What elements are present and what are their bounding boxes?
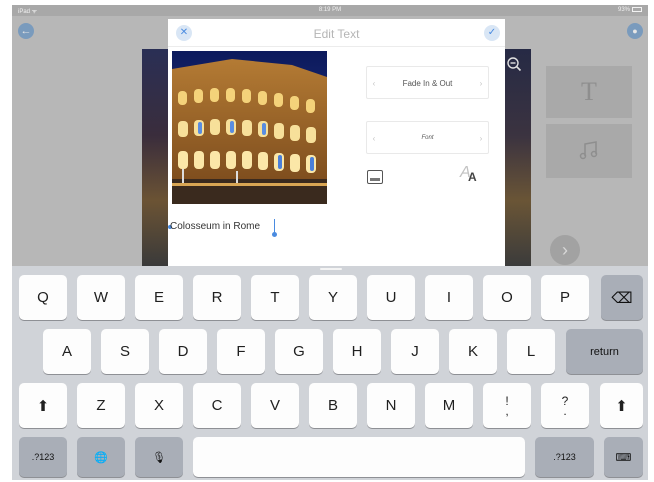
key-s[interactable]: S xyxy=(101,329,149,374)
on-screen-keyboard: Q W E R T Y U I O P ⌫ A S D F G H J K L … xyxy=(12,266,648,480)
battery-indicator: 93% xyxy=(618,7,642,13)
chevron-right-icon: › xyxy=(562,240,568,260)
zoom-out-icon[interactable] xyxy=(506,56,522,76)
preview-image-left-edge xyxy=(142,49,168,266)
text-input[interactable]: Colosseum in Rome xyxy=(170,221,260,232)
modal-title: Edit Text xyxy=(313,27,360,41)
status-bar: iPad ᯤ 8:19 PM 93% xyxy=(12,5,648,16)
music-note-icon xyxy=(579,141,598,160)
text-cursor xyxy=(274,219,275,233)
checkmark-icon: ✓ xyxy=(487,27,497,38)
shift-key-right[interactable]: ⬆ xyxy=(600,383,643,428)
battery-percent: 93% xyxy=(617,7,630,13)
colosseum-photo xyxy=(172,51,327,204)
text-style-icon-front: A xyxy=(468,170,477,184)
key-comma: , xyxy=(505,403,509,418)
return-key[interactable]: return xyxy=(566,329,643,374)
key-l[interactable]: L xyxy=(507,329,555,374)
key-g[interactable]: G xyxy=(275,329,323,374)
edit-text-modal: ✕ Edit Text ✓ Colosseum in Rome ‹ Fade I… xyxy=(168,19,505,266)
confirm-button[interactable]: ✓ xyxy=(484,25,500,41)
text-style-button[interactable]: A A xyxy=(460,164,484,186)
key-exclamation-comma[interactable]: ! , xyxy=(483,383,531,428)
key-p[interactable]: P xyxy=(541,275,589,320)
preview-image-right-edge xyxy=(504,49,531,266)
key-r[interactable]: R xyxy=(193,275,241,320)
key-k[interactable]: K xyxy=(449,329,497,374)
key-u[interactable]: U xyxy=(367,275,415,320)
font-value: Font xyxy=(421,135,434,141)
animation-selector[interactable]: ‹ Fade In & Out › xyxy=(366,66,489,99)
key-v[interactable]: V xyxy=(251,383,299,428)
key-i[interactable]: I xyxy=(425,275,473,320)
key-d[interactable]: D xyxy=(159,329,207,374)
chevron-left-icon[interactable]: ‹ xyxy=(367,122,381,155)
key-n[interactable]: N xyxy=(367,383,415,428)
chevron-right-icon[interactable]: › xyxy=(474,122,488,155)
delete-key[interactable]: ⌫ xyxy=(601,275,643,320)
chevron-right-icon[interactable]: › xyxy=(474,67,488,100)
numbers-key-right[interactable]: .?123 xyxy=(535,437,594,477)
key-question-period[interactable]: ? . xyxy=(541,383,589,428)
music-tool-button[interactable] xyxy=(546,124,632,178)
numbers-key-left[interactable]: .?123 xyxy=(19,437,67,477)
key-b[interactable]: B xyxy=(309,383,357,428)
shift-key-left[interactable]: ⬆ xyxy=(19,383,67,428)
text-tool-icon: T xyxy=(581,77,597,106)
animation-value: Fade In & Out xyxy=(402,79,453,88)
globe-icon[interactable]: 🌐 xyxy=(77,437,125,477)
next-button[interactable]: › xyxy=(550,235,580,265)
key-a[interactable]: A xyxy=(43,329,91,374)
ipad-screen: iPad ᯤ 8:19 PM 93% ← ● T › ✕ Edit Text ✓ xyxy=(12,5,648,480)
key-t[interactable]: T xyxy=(251,275,299,320)
key-w[interactable]: W xyxy=(77,275,125,320)
text-background-icon[interactable] xyxy=(367,170,383,184)
key-m[interactable]: M xyxy=(425,383,473,428)
font-selector[interactable]: ‹ Font › xyxy=(366,121,489,154)
key-q[interactable]: Q xyxy=(19,275,67,320)
key-x[interactable]: X xyxy=(135,383,183,428)
modal-header: ✕ Edit Text ✓ xyxy=(168,19,505,47)
settings-icon[interactable]: ● xyxy=(627,23,643,39)
key-z[interactable]: Z xyxy=(77,383,125,428)
chevron-left-icon[interactable]: ‹ xyxy=(367,67,381,100)
text-tool-button[interactable]: T xyxy=(546,66,632,118)
key-period: . xyxy=(563,403,567,418)
keyboard-handle xyxy=(320,268,342,270)
key-f[interactable]: F xyxy=(217,329,265,374)
key-o[interactable]: O xyxy=(483,275,531,320)
background-swatch xyxy=(370,178,380,181)
battery-icon xyxy=(632,7,642,12)
key-c[interactable]: C xyxy=(193,383,241,428)
hide-keyboard-icon[interactable]: ⌨ xyxy=(604,437,643,477)
key-e[interactable]: E xyxy=(135,275,183,320)
key-h[interactable]: H xyxy=(333,329,381,374)
microphone-icon[interactable]: 🎙 xyxy=(135,437,183,477)
back-arrow-icon[interactable]: ← xyxy=(18,23,34,39)
key-y[interactable]: Y xyxy=(309,275,357,320)
status-time: 8:19 PM xyxy=(318,7,342,13)
space-bar[interactable] xyxy=(193,437,525,477)
selection-handle-end[interactable] xyxy=(272,232,277,237)
key-j[interactable]: J xyxy=(391,329,439,374)
